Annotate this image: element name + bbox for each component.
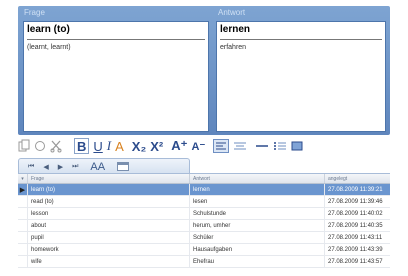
table-row[interactable]: pupil Schüler 27.08.2009 11:43:11 — [18, 232, 390, 244]
subscript-button[interactable]: X₂ — [132, 137, 146, 155]
table-row[interactable]: lesson Schulstunde 27.08.2009 11:40:02 — [18, 208, 390, 220]
last-record-button[interactable]: ⏭ — [72, 163, 78, 171]
antwort-header: Antwort — [218, 8, 246, 17]
horizontal-rule-icon[interactable] — [255, 137, 269, 155]
frage-word: learn (to) — [27, 24, 70, 35]
font-size-button[interactable]: AA — [90, 161, 105, 173]
cell-frage: read (to) — [28, 196, 190, 207]
cell-antwort: lesen — [190, 196, 325, 207]
antwort-note: erfahren — [220, 44, 247, 51]
next-record-button[interactable]: ▶ — [58, 163, 63, 171]
window-icon[interactable] — [117, 162, 130, 171]
cell-antwort: herum, umher — [190, 220, 325, 231]
row-indicator — [18, 196, 28, 207]
cell-angelegt: 27.08.2009 11:43:11 — [328, 234, 383, 241]
vocabulary-table: ▾ Frage Antwort angelegt ▶ learn (to) lern… — [18, 173, 390, 276]
cell-frage: pupil — [28, 232, 190, 243]
format-toolbar: B U I A X₂ X² A⁺ A⁻ — [18, 135, 390, 157]
font-smaller-button[interactable]: A⁻ — [192, 137, 206, 155]
table-row[interactable]: ▶ learn (to) lernen 27.08.2009 11:39:21 — [18, 184, 390, 196]
cut-icon[interactable] — [50, 137, 62, 155]
cell-frage: lesson — [28, 208, 190, 219]
list-icon[interactable] — [273, 137, 287, 155]
row-indicator: ▶ — [18, 184, 28, 195]
image-icon[interactable] — [291, 137, 303, 155]
table-row[interactable]: wife Ehefrau 27.08.2009 11:43:57 — [18, 256, 390, 268]
navigation-tab: ⏮ ◀ ▶ ⏭ AA — [18, 158, 190, 174]
table-header: ▾ Frage Antwort angelegt — [18, 174, 390, 184]
table-row[interactable]: read (to) lesen 27.08.2009 11:39:46 — [18, 196, 390, 208]
frage-note: (learnt, learnt) — [27, 44, 71, 51]
cell-angelegt: 27.08.2009 11:43:39 — [328, 246, 383, 253]
column-header-antwort[interactable]: Antwort — [190, 174, 325, 183]
font-larger-button[interactable]: A⁺ — [171, 137, 187, 155]
column-header-angelegt[interactable]: angelegt — [325, 174, 390, 183]
cell-antwort: Hausaufgaben — [190, 244, 325, 255]
cell-angelegt: 27.08.2009 11:39:46 — [328, 198, 383, 205]
cell-antwort: Ehefrau — [190, 256, 325, 267]
align-left-icon[interactable] — [213, 137, 230, 155]
antwort-editor[interactable]: lernen erfahren — [216, 21, 386, 132]
cell-angelegt: 27.08.2009 11:40:02 — [328, 210, 383, 217]
row-indicator — [18, 220, 28, 231]
cell-angelegt: 27.08.2009 11:39:21 — [328, 186, 383, 193]
underline-button[interactable]: U — [93, 137, 102, 155]
copy-icon[interactable] — [18, 137, 30, 155]
frage-divider — [27, 39, 205, 40]
card-editor-panel: Frage Antwort learn (to) (learnt, learnt… — [18, 6, 390, 135]
cell-frage: about — [28, 220, 190, 231]
table-row[interactable]: homework Hausaufgaben 27.08.2009 11:43:39 — [18, 244, 390, 256]
antwort-divider — [220, 39, 382, 40]
sort-indicator[interactable]: ▾ — [18, 174, 28, 183]
cell-frage: homework — [28, 244, 190, 255]
cell-antwort: Schüler — [190, 232, 325, 243]
antwort-word: lernen — [220, 24, 251, 35]
text-color-button[interactable]: A — [115, 137, 124, 155]
row-indicator — [18, 256, 28, 267]
cell-antwort: Schulstunde — [190, 208, 325, 219]
frage-editor[interactable]: learn (to) (learnt, learnt) — [23, 21, 209, 132]
row-indicator — [18, 232, 28, 243]
cell-frage: wife — [28, 256, 190, 267]
row-indicator — [18, 208, 28, 219]
column-header-frage[interactable]: Frage — [28, 174, 190, 183]
align-center-icon[interactable] — [233, 137, 247, 155]
table-body: ▶ learn (to) lernen 27.08.2009 11:39:21 read… — [18, 184, 390, 268]
cell-angelegt: 27.08.2009 11:43:57 — [328, 258, 383, 265]
cell-frage: learn (to) — [28, 184, 190, 195]
italic-button[interactable]: I — [107, 137, 111, 155]
cell-antwort: lernen — [190, 184, 325, 195]
superscript-button[interactable]: X² — [150, 137, 163, 155]
row-indicator — [18, 244, 28, 255]
cell-angelegt: 27.08.2009 11:40:35 — [328, 222, 383, 229]
paste-icon[interactable] — [34, 137, 46, 155]
first-record-button[interactable]: ⏮ — [28, 163, 34, 171]
previous-record-button[interactable]: ◀ — [43, 163, 48, 171]
bold-button[interactable]: B — [74, 138, 90, 154]
frage-header: Frage — [24, 8, 45, 17]
table-row[interactable]: about herum, umher 27.08.2009 11:40:35 — [18, 220, 390, 232]
